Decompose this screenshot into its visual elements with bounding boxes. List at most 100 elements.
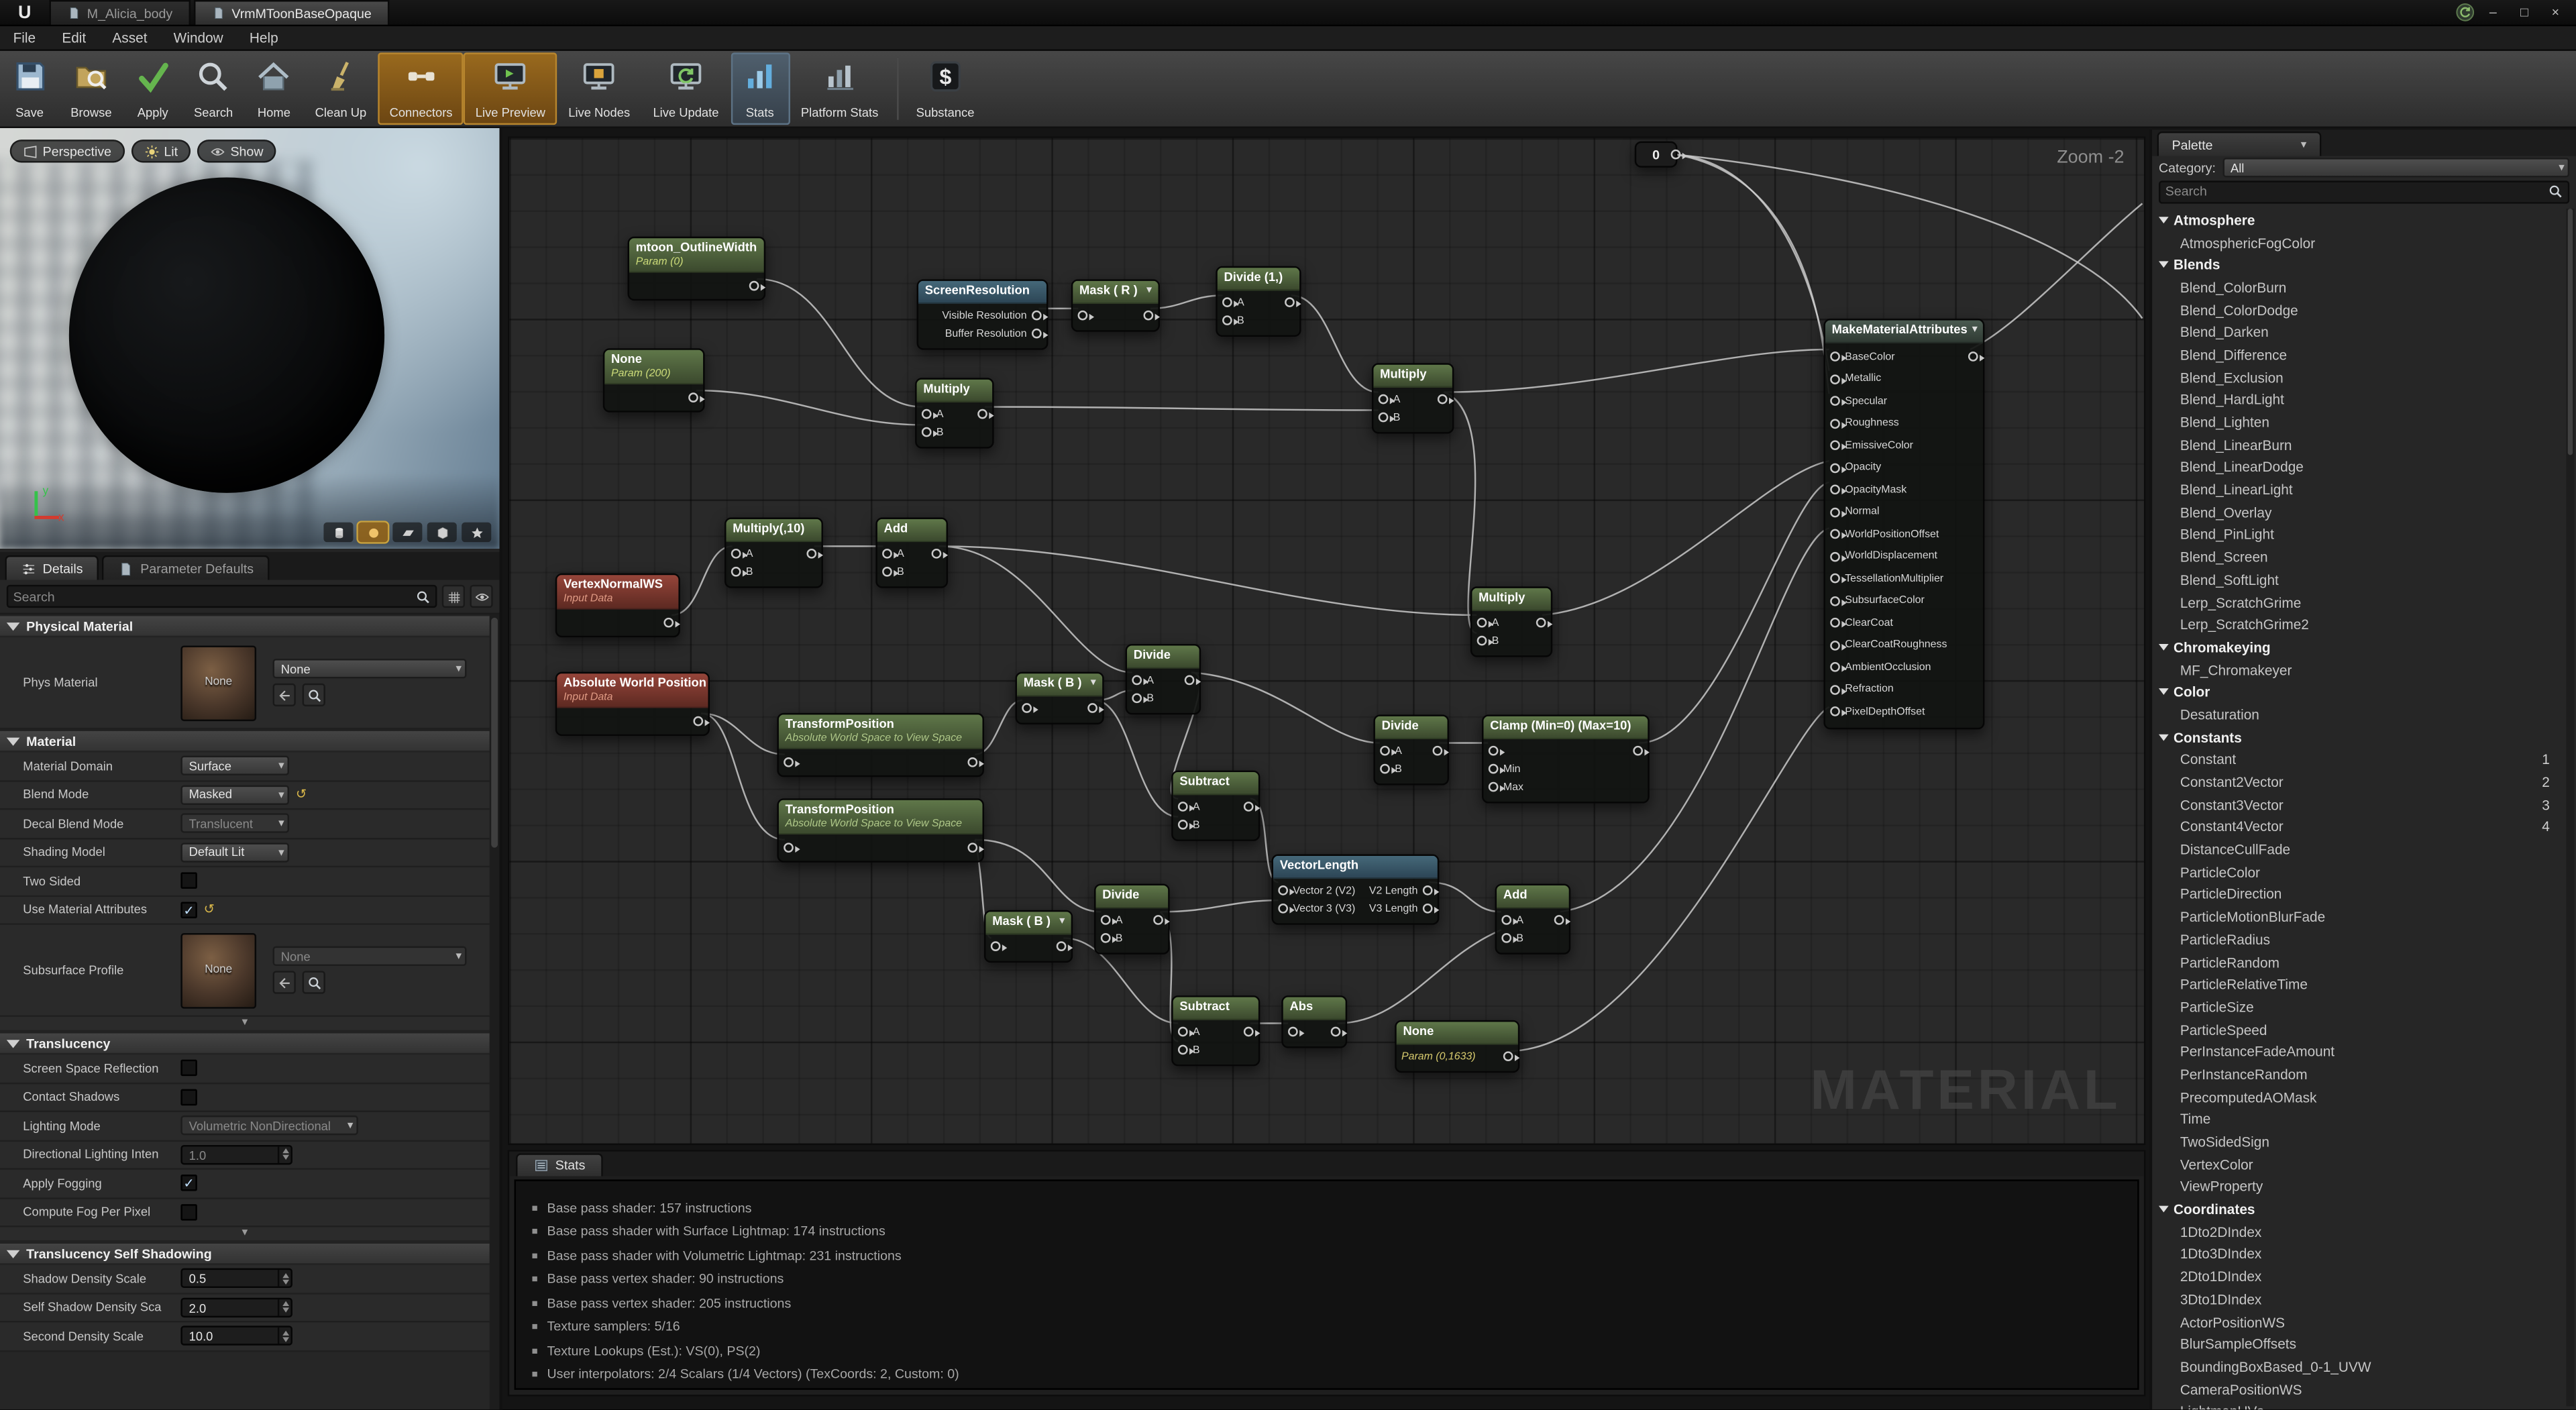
checkbox-compute-fog-per-pixel[interactable] — [180, 1204, 197, 1220]
palette-group-coordinates[interactable]: Coordinates — [2152, 1198, 2565, 1221]
number-second-density-scale[interactable]: 10.0 — [180, 1326, 292, 1346]
palette-item-blend-hardlight[interactable]: Blend_HardLight — [2152, 388, 2565, 411]
palette-item-constant3vector[interactable]: Constant3Vector3 — [2152, 794, 2565, 816]
input-pin[interactable] — [731, 549, 741, 559]
category-dropdown[interactable]: All ▾ — [2222, 158, 2570, 177]
graph-node-none[interactable]: NoneParam (200) — [603, 348, 705, 413]
menu-edit[interactable]: Edit — [49, 30, 99, 46]
palette-item-blend-linearburn[interactable]: Blend_LinearBurn — [2152, 433, 2565, 456]
palette-item-distancecullfade[interactable]: DistanceCullFade — [2152, 838, 2565, 861]
graph-node-divide[interactable]: DivideAB — [1373, 714, 1449, 784]
output-pin[interactable] — [693, 716, 703, 726]
palette-item-lerp-scratchgrime[interactable]: Lerp_ScratchGrime — [2152, 591, 2565, 614]
input-pin[interactable] — [1101, 933, 1111, 943]
palette-item-blend-softlight[interactable]: Blend_SoftLight — [2152, 568, 2565, 591]
document-tab-vrmmtoonbaseopaque[interactable]: VrmMToonBaseOpaque — [194, 0, 390, 25]
input-pin[interactable] — [1830, 529, 1840, 539]
palette-item-constant2vector[interactable]: Constant2Vector2 — [2152, 771, 2565, 794]
asset-dropdown-subsurface-profile[interactable]: None▾ — [273, 946, 467, 966]
input-pin[interactable] — [1022, 703, 1032, 713]
output-pin[interactable] — [1671, 150, 1681, 160]
input-pin[interactable] — [1178, 820, 1188, 830]
input-pin[interactable] — [1477, 636, 1487, 646]
asset-thumbnail[interactable]: None — [180, 932, 256, 1008]
palette-item-time[interactable]: Time — [2152, 1108, 2565, 1131]
palette-item-constant4vector[interactable]: Constant4Vector4 — [2152, 816, 2565, 838]
tab-parameter-defaults[interactable]: Parameter Defaults — [103, 555, 270, 580]
checkbox-two-sided[interactable] — [180, 873, 197, 889]
output-pin[interactable] — [1331, 1027, 1341, 1037]
palette-item-blursampleoffsets[interactable]: BlurSampleOffsets — [2152, 1333, 2565, 1356]
graph-node-abs[interactable]: Abs — [1281, 995, 1347, 1047]
palette-item-boundingboxbased-0-1-uvw[interactable]: BoundingBoxBased_0-1_UVW — [2152, 1356, 2565, 1378]
checkbox-use-material-attributes[interactable]: ✓ — [180, 902, 197, 918]
output-pin[interactable] — [1503, 1051, 1513, 1061]
input-pin[interactable] — [882, 567, 892, 577]
graph-node-transformposition[interactable]: TransformPositionAbsolute World Space to… — [777, 798, 984, 863]
menu-window[interactable]: Window — [160, 30, 236, 46]
document-tab-m-alicia-body[interactable]: M_Alicia_body — [49, 0, 191, 25]
graph-node-mask-r[interactable]: Mask ( R )▾ — [1071, 279, 1160, 331]
palette-item-particlemotionblurfade[interactable]: ParticleMotionBlurFade — [2152, 906, 2565, 928]
palette-item-particlerelativetime[interactable]: ParticleRelativeTime — [2152, 973, 2565, 996]
palette-item-blend-pinlight[interactable]: Blend_PinLight — [2152, 523, 2565, 546]
dropdown-material-domain[interactable]: Surface▾ — [180, 756, 289, 775]
palette-item-blend-lighten[interactable]: Blend_Lighten — [2152, 411, 2565, 434]
input-pin[interactable] — [1830, 419, 1840, 429]
home-button[interactable]: Home — [244, 52, 303, 125]
number-shadow-density-scale[interactable]: 0.5 — [180, 1268, 292, 1288]
palette-item-perinstancefadeamount[interactable]: PerInstanceFadeAmount — [2152, 1040, 2565, 1063]
checkbox-contact-shadows[interactable] — [180, 1089, 197, 1105]
minimize-button[interactable]: – — [2479, 1, 2508, 23]
palette-item-lightmapuvs[interactable]: LightmapUVs — [2152, 1401, 2565, 1410]
output-pin[interactable] — [806, 549, 816, 559]
palette-scrollbar[interactable] — [2566, 209, 2574, 1406]
palette-item-viewproperty[interactable]: ViewProperty — [2152, 1175, 2565, 1198]
output-pin[interactable] — [749, 280, 759, 290]
output-pin[interactable] — [1153, 915, 1163, 925]
browse-asset-button[interactable] — [303, 971, 325, 993]
menu-asset[interactable]: Asset — [99, 30, 160, 46]
input-pin[interactable] — [1379, 413, 1389, 423]
input-pin[interactable] — [922, 409, 932, 419]
palette-item-camerapositionws[interactable]: CameraPositionWS — [2152, 1378, 2565, 1401]
browse-button[interactable]: Browse — [59, 52, 123, 125]
input-pin[interactable] — [1489, 782, 1499, 792]
preview-viewport[interactable]: PerspectiveLitShow y x — [0, 128, 499, 549]
palette-item-blend-difference[interactable]: Blend_Difference — [2152, 343, 2565, 366]
input-pin[interactable] — [1101, 915, 1111, 925]
graph-node-mask-b[interactable]: Mask ( B )▾ — [984, 910, 1073, 962]
output-pin[interactable] — [688, 392, 698, 402]
input-pin[interactable] — [1830, 618, 1840, 628]
graph-node-none[interactable]: NoneParam (0,1633) — [1395, 1020, 1519, 1072]
output-pin[interactable] — [1433, 746, 1443, 756]
input-pin[interactable] — [1489, 764, 1499, 774]
use-selected-button[interactable] — [273, 684, 296, 706]
spinner-arrows-icon[interactable] — [278, 1327, 291, 1344]
graph-node-multiply[interactable]: MultiplyAB — [1372, 363, 1454, 433]
palette-group-atmosphere[interactable]: Atmosphere — [2152, 209, 2565, 231]
graph-node-mask-b[interactable]: Mask ( B )▾ — [1015, 672, 1104, 724]
input-pin[interactable] — [1278, 904, 1288, 914]
input-pin[interactable] — [1501, 933, 1511, 943]
palette-item-precomputedaomask[interactable]: PrecomputedAOMask — [2152, 1085, 2565, 1108]
input-pin[interactable] — [1178, 802, 1188, 812]
output-pin[interactable] — [967, 757, 977, 767]
input-pin[interactable] — [1830, 507, 1840, 517]
palette-item-particlespeed[interactable]: ParticleSpeed — [2152, 1018, 2565, 1041]
input-pin[interactable] — [1380, 764, 1390, 774]
reset-to-default-icon[interactable]: ↺ — [296, 788, 307, 802]
stats-button[interactable]: Stats — [731, 52, 790, 125]
palette-item-blend-darken[interactable]: Blend_Darken — [2152, 321, 2565, 344]
palette-item-2dto1dindex[interactable]: 2Dto1DIndex — [2152, 1265, 2565, 1288]
graph-node-multiply-10[interactable]: Multiply(,10)AB — [724, 517, 823, 587]
search-button[interactable]: Search — [182, 52, 244, 125]
graph-node-divide[interactable]: DivideAB — [1094, 884, 1170, 954]
use-selected-button[interactable] — [273, 971, 296, 993]
input-pin[interactable] — [1222, 297, 1232, 307]
tab-palette[interactable]: Palette ▾ — [2157, 131, 2322, 156]
output-pin[interactable] — [1032, 329, 1042, 339]
input-pin[interactable] — [1288, 1027, 1298, 1037]
output-pin[interactable] — [1185, 675, 1195, 686]
palette-item-particlesize[interactable]: ParticleSize — [2152, 995, 2565, 1018]
